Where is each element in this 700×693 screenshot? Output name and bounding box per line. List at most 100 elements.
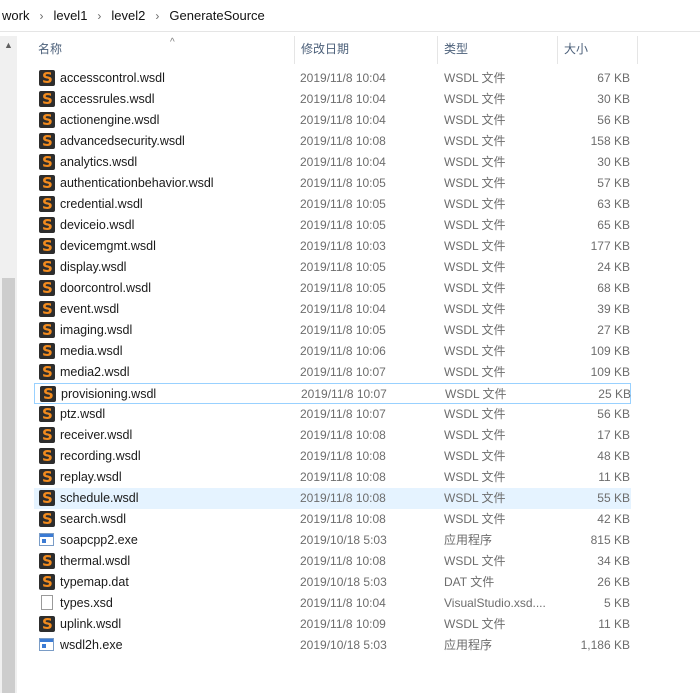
file-date: 2019/10/18 5:03 [300,638,387,652]
file-size: 5 KB [603,596,630,610]
file-size: 24 KB [597,260,630,274]
wsdl-icon [39,488,55,509]
file-row[interactable]: display.wsdl 2019/11/8 10:05 WSDL 文件 24 KB [34,257,631,278]
file-type: WSDL 文件 [444,449,506,463]
file-size: 177 KB [590,239,630,253]
file-type: WSDL 文件 [444,302,506,316]
file-name: actionengine.wsdl [60,113,160,127]
file-row[interactable]: doorcontrol.wsdl 2019/11/8 10:05 WSDL 文件 68… [34,278,631,299]
file-name: recording.wsdl [60,449,141,463]
file-name: accesscontrol.wsdl [60,71,165,85]
column-header-date[interactable]: 修改日期 [295,36,438,64]
file-row[interactable]: ptz.wsdl 2019/11/8 10:07 WSDL 文件 56 KB [34,404,631,425]
file-size: 30 KB [597,92,630,106]
file-row[interactable]: media2.wsdl 2019/11/8 10:07 WSDL 文件 109 KB [34,362,631,383]
file-date: 2019/10/18 5:03 [300,533,387,547]
file-row[interactable]: search.wsdl 2019/11/8 10:08 WSDL 文件 42 KB [34,509,631,530]
file-type: WSDL 文件 [444,155,506,169]
file-type: WSDL 文件 [444,365,506,379]
wsdl-icon [39,425,55,446]
file-name: advancedsecurity.wsdl [60,134,185,148]
breadcrumb-item[interactable]: level1 [51,8,89,23]
file-name: soapcpp2.exe [60,533,138,547]
file-row[interactable]: actionengine.wsdl 2019/11/8 10:04 WSDL 文件 5… [34,110,631,131]
file-row[interactable]: wsdl2h.exe 2019/10/18 5:03 应用程序 1,186 KB [34,635,631,656]
file-size: 56 KB [597,113,630,127]
file-row[interactable]: provisioning.wsdl 2019/11/8 10:07 WSDL 文件 2… [34,383,631,405]
file-date: 2019/11/8 10:06 [300,344,386,358]
file-rows: accesscontrol.wsdl 2019/11/8 10:04 WSDL 文件… [20,68,700,656]
file-row[interactable]: analytics.wsdl 2019/11/8 10:04 WSDL 文件 30 K… [34,152,631,173]
file-type: WSDL 文件 [444,323,506,337]
file-row[interactable]: soapcpp2.exe 2019/10/18 5:03 应用程序 815 KB [34,530,631,551]
file-date: 2019/11/8 10:04 [300,596,386,610]
wsdl-icon [39,467,55,488]
file-row[interactable]: devicemgmt.wsdl 2019/11/8 10:03 WSDL 文件 177… [34,236,631,257]
breadcrumb-item[interactable]: work [0,8,31,23]
breadcrumb-item[interactable]: GenerateSource [167,8,266,23]
wsdl-icon [39,551,55,572]
file-row[interactable]: recording.wsdl 2019/11/8 10:08 WSDL 文件 48 K… [34,446,631,467]
file-row[interactable]: advancedsecurity.wsdl 2019/11/8 10:08 WSDL… [34,131,631,152]
file-name: receiver.wsdl [60,428,133,442]
file-type: WSDL 文件 [444,71,506,85]
file-date: 2019/11/8 10:07 [300,407,386,421]
file-row[interactable]: accessrules.wsdl 2019/11/8 10:04 WSDL 文件 30… [34,89,631,110]
wsdl-icon [39,215,55,236]
file-size: 56 KB [597,407,630,421]
file-type: WSDL 文件 [444,176,506,190]
wsdl-icon [39,572,55,593]
file-name: schedule.wsdl [60,491,139,505]
column-header-type[interactable]: 类型 [438,36,558,64]
wsdl-icon [39,614,55,635]
exe-icon [39,637,55,653]
file-row[interactable]: typemap.dat 2019/10/18 5:03 DAT 文件 26 KB [34,572,631,593]
file-row[interactable]: accesscontrol.wsdl 2019/11/8 10:04 WSDL 文件… [34,68,631,89]
file-date: 2019/11/8 10:05 [300,260,386,274]
file-name: analytics.wsdl [60,155,138,169]
file-row[interactable]: authenticationbehavior.wsdl 2019/11/8 10:… [34,173,631,194]
file-row[interactable]: receiver.wsdl 2019/11/8 10:08 WSDL 文件 17 KB [34,425,631,446]
file-date: 2019/11/8 10:05 [300,176,386,190]
file-name: accessrules.wsdl [60,92,155,106]
file-date: 2019/11/8 10:08 [300,512,386,526]
wsdl-icon [39,68,55,89]
vertical-scrollbar[interactable]: ▲ [0,36,17,693]
file-date: 2019/11/8 10:07 [300,365,386,379]
file-row[interactable]: media.wsdl 2019/11/8 10:06 WSDL 文件 109 KB [34,341,631,362]
scroll-up-arrow-icon[interactable]: ▲ [0,36,17,53]
blank-file-icon [39,595,55,611]
file-row[interactable]: schedule.wsdl 2019/11/8 10:08 WSDL 文件 55 KB [34,488,631,509]
file-row[interactable]: event.wsdl 2019/11/8 10:04 WSDL 文件 39 KB [34,299,631,320]
breadcrumb: work › level1 › level2 › GenerateSource [0,0,700,32]
file-size: 11 KB [598,617,630,631]
file-date: 2019/11/8 10:08 [300,134,386,148]
file-row[interactable]: imaging.wsdl 2019/11/8 10:05 WSDL 文件 27 KB [34,320,631,341]
scrollbar-thumb[interactable] [2,278,15,693]
column-header-size[interactable]: 大小 [558,36,638,64]
file-size: 63 KB [597,197,630,211]
file-type: WSDL 文件 [444,554,506,568]
file-name: types.xsd [60,596,113,610]
file-row[interactable]: types.xsd 2019/11/8 10:04 VisualStudio.xsd… [34,593,631,614]
file-name: ptz.wsdl [60,407,106,421]
file-name: search.wsdl [60,512,126,526]
file-name: thermal.wsdl [60,554,131,568]
breadcrumb-separator-icon[interactable]: › [155,9,159,23]
file-size: 57 KB [597,176,630,190]
file-row[interactable]: credential.wsdl 2019/11/8 10:05 WSDL 文件 63 … [34,194,631,215]
file-date: 2019/11/8 10:08 [300,491,386,505]
file-row[interactable]: thermal.wsdl 2019/11/8 10:08 WSDL 文件 34 KB [34,551,631,572]
file-list: 名称 ^ 修改日期 类型 大小 accesscontrol.wsdl 2019/1… [20,36,700,693]
breadcrumb-separator-icon[interactable]: › [39,9,43,23]
file-row[interactable]: deviceio.wsdl 2019/11/8 10:05 WSDL 文件 65 KB [34,215,631,236]
breadcrumb-item[interactable]: level2 [109,8,147,23]
breadcrumb-separator-icon[interactable]: › [97,9,101,23]
file-row[interactable]: replay.wsdl 2019/11/8 10:08 WSDL 文件 11 KB [34,467,631,488]
file-name: imaging.wsdl [60,323,133,337]
file-date: 2019/11/8 10:05 [300,323,386,337]
file-name: media2.wsdl [60,365,130,379]
file-size: 55 KB [597,491,630,505]
file-row[interactable]: uplink.wsdl 2019/11/8 10:09 WSDL 文件 11 KB [34,614,631,635]
column-header-name[interactable]: 名称 ^ [32,36,295,64]
